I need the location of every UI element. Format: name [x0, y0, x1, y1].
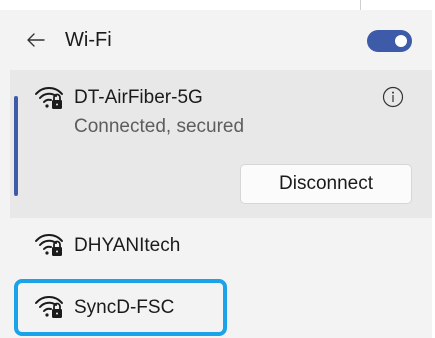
selection-accent-bar — [14, 96, 18, 196]
top-divider — [360, 0, 361, 10]
connected-network-name: DT-AirFiber-5G — [74, 87, 203, 108]
wifi-toggle[interactable] — [367, 30, 412, 52]
connected-network-status: Connected, secured — [74, 116, 245, 137]
wifi-secured-icon — [35, 234, 63, 256]
panel-top-edge — [0, 0, 435, 10]
back-button[interactable] — [24, 28, 48, 52]
network-properties-button[interactable] — [382, 86, 404, 108]
highlight-annotation-box — [14, 279, 227, 336]
network-name: DHYANItech — [74, 235, 181, 256]
wifi-secured-icon — [35, 87, 63, 109]
info-icon — [382, 86, 404, 108]
toggle-knob — [395, 35, 407, 47]
arrow-left-icon — [27, 33, 45, 47]
disconnect-button[interactable]: Disconnect — [240, 164, 412, 204]
page-title: Wi-Fi — [65, 29, 112, 51]
